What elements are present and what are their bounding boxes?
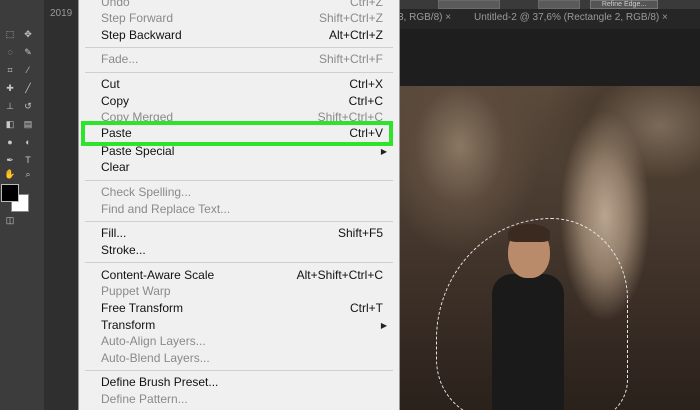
dodge-tool-icon[interactable]: ◐ <box>22 138 34 147</box>
selection-marquee <box>436 218 628 410</box>
document-tab-bar: 3, RGB/8) × Untitled-2 @ 37,6% (Rectangl… <box>398 9 700 29</box>
menu-item-stroke[interactable]: Stroke... <box>79 242 399 259</box>
zoom-tool-icon[interactable]: ⌕ <box>22 170 34 179</box>
submenu-arrow-icon: ▶ <box>380 321 387 330</box>
menu-separator <box>85 47 393 48</box>
brush-tool-icon[interactable]: ╱ <box>22 84 34 93</box>
width-field[interactable] <box>438 0 500 9</box>
menu-item-cut[interactable]: Cut Ctrl+X <box>79 76 399 93</box>
blur-tool-icon[interactable]: ● <box>4 138 16 147</box>
menu-item-free-transform[interactable]: Free Transform Ctrl+T <box>79 300 399 317</box>
healing-brush-tool-icon[interactable]: ✚ <box>4 84 16 93</box>
menu-item-step-forward[interactable]: Step Forward Shift+Ctrl+Z <box>79 10 399 27</box>
menu-item-check-spelling[interactable]: Check Spelling... <box>79 184 399 201</box>
pen-tool-icon[interactable]: ✒ <box>4 156 16 165</box>
quick-selection-tool-icon[interactable]: ✎ <box>22 48 34 57</box>
menu-item-define-pattern[interactable]: Define Pattern... <box>79 391 399 408</box>
refine-edge-button[interactable]: Refine Edge... <box>590 0 658 9</box>
menu-separator <box>85 370 393 371</box>
lasso-tool-icon[interactable]: ◌ <box>4 48 16 57</box>
menu-item-step-backward[interactable]: Step Backward Alt+Ctrl+Z <box>79 27 399 44</box>
move-tool-icon[interactable]: ✥ <box>22 30 34 39</box>
crop-tool-icon[interactable]: ⌗ <box>4 66 16 75</box>
gradient-tool-icon[interactable]: ▤ <box>22 120 34 129</box>
document-area-left <box>44 0 78 410</box>
menu-item-transform[interactable]: Transform ▶ <box>79 317 399 334</box>
eraser-tool-icon[interactable]: ◧ <box>4 120 16 129</box>
hand-tool-icon[interactable]: ✋ <box>4 170 16 179</box>
rectangular-marquee-tool-icon[interactable]: ⬚ <box>4 30 16 39</box>
history-brush-tool-icon[interactable]: ↺ <box>22 102 34 111</box>
eyedropper-tool-icon[interactable]: ⁄ <box>22 66 34 75</box>
menu-separator <box>85 72 393 73</box>
menu-item-define-brush-preset[interactable]: Define Brush Preset... <box>79 374 399 391</box>
tools-panel: ⬚ ✥ ◌ ✎ ⌗ ⁄ ✚ ╱ ⊥ ↺ ◧ ▤ ● ◐ ✒ T ✋ ⌕ ◫ <box>0 0 45 410</box>
paste-highlight-box <box>81 121 393 146</box>
menu-separator <box>85 262 393 263</box>
document-tab-1[interactable]: 3, RGB/8) × <box>398 12 451 23</box>
menu-item-fill[interactable]: Fill... Shift+F5 <box>79 225 399 242</box>
type-tool-icon[interactable]: T <box>22 156 34 165</box>
document-tab-2[interactable]: Untitled-2 @ 37,6% (Rectangle 2, RGB/8) … <box>474 12 668 23</box>
menu-item-puppet-warp[interactable]: Puppet Warp <box>79 283 399 300</box>
foreground-color-swatch[interactable] <box>1 184 19 202</box>
menu-item-content-aware-scale[interactable]: Content-Aware Scale Alt+Shift+Ctrl+C <box>79 267 399 284</box>
photo-canvas[interactable] <box>400 86 700 410</box>
menu-item-copy[interactable]: Copy Ctrl+C <box>79 93 399 110</box>
clone-stamp-tool-icon[interactable]: ⊥ <box>4 102 16 111</box>
menu-item-find-and-replace-text[interactable]: Find and Replace Text... <box>79 201 399 218</box>
document-tab-partial[interactable]: 2019 <box>50 8 72 19</box>
menu-separator <box>85 221 393 222</box>
menu-item-fade[interactable]: Fade... Shift+Ctrl+F <box>79 51 399 68</box>
menu-item-auto-blend-layers[interactable]: Auto-Blend Layers... <box>79 350 399 367</box>
height-field[interactable] <box>538 0 580 9</box>
quick-mask-icon[interactable]: ◫ <box>4 216 16 225</box>
edit-menu: Undo Ctrl+Z Step Forward Shift+Ctrl+Z Step… <box>78 0 400 410</box>
menu-separator <box>85 180 393 181</box>
menu-item-auto-align-layers[interactable]: Auto-Align Layers... <box>79 333 399 350</box>
menu-item-clear[interactable]: Clear <box>79 159 399 176</box>
